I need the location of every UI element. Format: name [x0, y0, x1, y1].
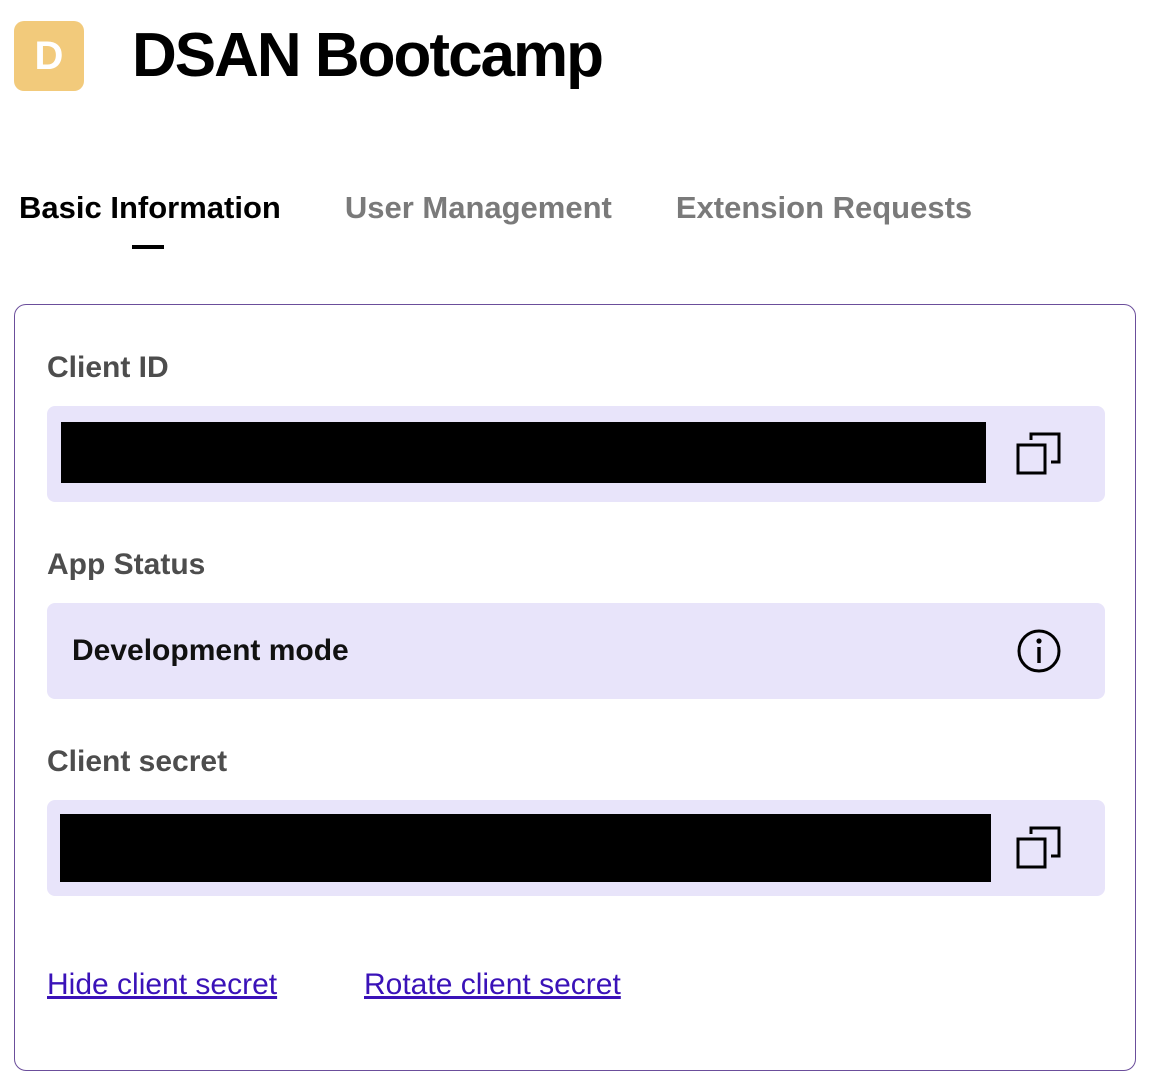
client-secret-label: Client secret	[47, 745, 228, 778]
app-header: D DSAN Bootcamp	[14, 20, 604, 92]
basic-information-card: Client ID App Status Development mode Cl…	[14, 304, 1136, 1071]
tab-user-management[interactable]: User Management	[345, 190, 612, 226]
copy-icon[interactable]	[1015, 430, 1063, 478]
client-id-redacted-value	[61, 422, 986, 483]
info-icon[interactable]	[1015, 627, 1063, 675]
avatar-letter: D	[34, 33, 64, 78]
client-secret-field	[47, 800, 1105, 896]
tab-label: User Management	[344, 190, 612, 225]
tab-label: Extension Requests	[675, 190, 973, 225]
app-avatar: D	[14, 21, 84, 91]
app-status-label: App Status	[47, 548, 206, 581]
app-status-field: Development mode	[47, 603, 1105, 699]
app-status-value: Development mode	[72, 634, 349, 667]
client-id-label: Client ID	[47, 351, 169, 384]
app-title: DSAN Bootcamp	[132, 21, 604, 90]
client-secret-redacted-value	[60, 814, 991, 882]
tab-label: Basic Information	[19, 190, 281, 225]
rotate-client-secret-link[interactable]: Rotate client secret	[364, 968, 621, 1002]
active-tab-indicator	[132, 245, 164, 249]
tab-extension-requests[interactable]: Extension Requests	[676, 190, 972, 226]
tab-basic-information[interactable]: Basic Information	[19, 190, 281, 249]
client-id-field	[47, 406, 1105, 502]
copy-icon[interactable]	[1015, 824, 1063, 872]
tab-bar: Basic Information User Management Extens…	[19, 190, 1036, 249]
hide-client-secret-link[interactable]: Hide client secret	[47, 968, 277, 1002]
